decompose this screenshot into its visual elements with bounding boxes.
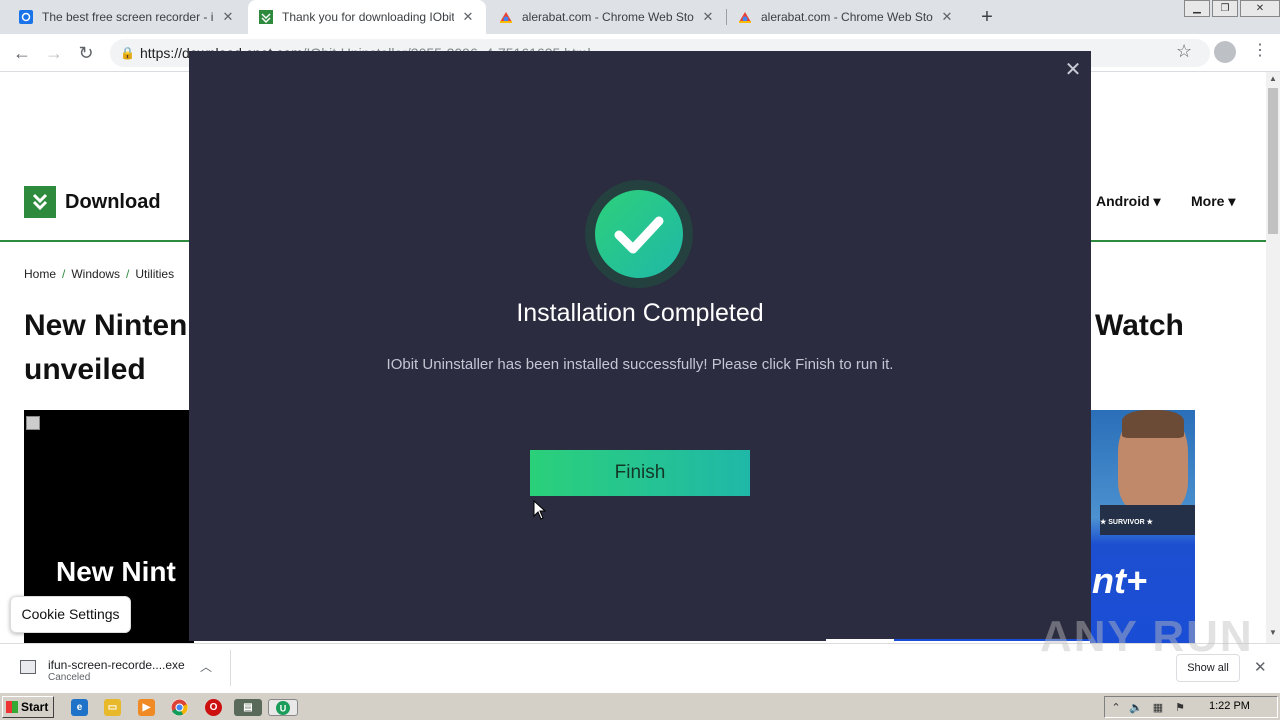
tab-title: alerabat.com - Chrome Web Store [761, 10, 933, 24]
breadcrumb-windows[interactable]: Windows [71, 267, 120, 281]
window-close-button[interactable]: ✕ [1240, 0, 1280, 17]
ad-brand: nt+ [1092, 560, 1148, 601]
article-headline-end: Watch [1095, 309, 1184, 342]
success-badge [585, 180, 693, 288]
finish-button[interactable]: Finish [530, 450, 750, 496]
broken-image-icon [26, 416, 40, 430]
start-label: Start [21, 700, 49, 714]
tab-close-icon[interactable]: ✕ [939, 9, 955, 25]
ie-icon[interactable]: e [71, 699, 88, 716]
back-arrow-icon[interactable]: ← [10, 42, 34, 64]
download-item[interactable]: ifun-screen-recorde....exe Canceled ︿ [20, 658, 230, 688]
download-logo-icon [24, 186, 56, 218]
page-scrollbar[interactable]: ▲ ▼ [1266, 72, 1280, 643]
download-file-name: ifun-screen-recorde....exe [48, 658, 185, 672]
window-controls: ▁ ❐ ✕ [1182, 0, 1280, 18]
maximize-button[interactable]: ❐ [1212, 0, 1238, 17]
tab-close-icon[interactable]: ✕ [700, 9, 716, 25]
download-status: Canceled [48, 672, 91, 683]
scrollbar-thumb[interactable] [1268, 88, 1278, 234]
tab-title: The best free screen recorder - iFun [42, 10, 214, 24]
mouse-cursor-icon [533, 500, 547, 520]
tray-expand-icon[interactable]: ⌃ [1109, 701, 1123, 714]
system-tray: ⌃ 🔈 ▦ ⚑ 1:22 PM [1104, 696, 1278, 718]
iobit-uninstaller-taskbar-icon[interactable]: U [268, 699, 298, 716]
headline-line-2: unveiled [24, 353, 146, 386]
windows-flag-icon [6, 701, 18, 713]
breadcrumb-home[interactable]: Home [24, 267, 56, 281]
webstore-favicon-icon [737, 9, 753, 25]
hero-caption-line-1: New Nint [56, 556, 176, 587]
download-separator [230, 650, 231, 686]
windows-taskbar: Start e ▭ ▶ O ▤ U ⌃ 🔈 ▦ ⚑ 1:22 PM [0, 692, 1280, 720]
scroll-down-icon[interactable]: ▼ [1269, 628, 1277, 637]
anyrun-watermark: ANY RUN [1040, 612, 1254, 661]
tab-ifun[interactable]: The best free screen recorder - iFun ✕ [8, 0, 246, 34]
dialog-message: IObit Uninstaller has been installed suc… [386, 356, 894, 373]
tab-webstore-1[interactable]: alerabat.com - Chrome Web Store ✕ [488, 0, 726, 34]
page-progress-segment [826, 639, 894, 641]
headline-line-1: New Ninten [24, 309, 188, 342]
site-logo[interactable]: Download [24, 186, 161, 218]
media-player-icon[interactable]: ▶ [138, 699, 155, 716]
reload-icon[interactable]: ↻ [74, 42, 98, 64]
start-button[interactable]: Start [2, 696, 54, 718]
action-center-flag-icon[interactable]: ⚑ [1173, 701, 1187, 714]
article-headline[interactable]: New Ninten unveiled [24, 304, 187, 392]
dialog-close-icon[interactable]: ✕ [1062, 57, 1084, 81]
cnet-favicon-icon [258, 9, 274, 25]
breadcrumb: Home / Windows / Utilities [24, 267, 175, 281]
network-icon[interactable]: ▦ [1151, 701, 1165, 714]
clock[interactable]: 1:22 PM [1209, 700, 1250, 712]
ad-badge: ★ SURVIVOR ★ [1100, 519, 1153, 526]
chevron-up-icon[interactable]: ︿ [200, 658, 212, 675]
forward-arrow-icon[interactable]: → [42, 42, 66, 64]
chrome-icon[interactable] [171, 699, 188, 716]
tab-title: Thank you for downloading IObit Un [282, 10, 454, 24]
profile-avatar-icon[interactable] [1214, 41, 1236, 63]
ad-portrait-hair [1122, 410, 1184, 438]
minimize-button[interactable]: ▁ [1184, 0, 1210, 17]
breadcrumb-utilities[interactable]: Utilities [135, 267, 174, 281]
ifun-favicon-icon [18, 9, 34, 25]
nav-more[interactable]: More ▾ [1191, 193, 1235, 210]
svg-text:U: U [280, 704, 287, 714]
advertisement[interactable]: ★ SURVIVOR ★ nt+ [1090, 410, 1195, 643]
opera-icon[interactable]: O [205, 699, 222, 716]
tab-cnet[interactable]: Thank you for downloading IObit Un ✕ [248, 0, 486, 34]
tab-strip: The best free screen recorder - iFun ✕ T… [0, 0, 1280, 34]
dialog-title: Installation Completed [516, 299, 764, 327]
installer-dialog: ✕ Installation Completed IObit Uninstall… [189, 51, 1091, 641]
tab-close-icon[interactable]: ✕ [460, 9, 476, 25]
cookie-settings-button[interactable]: Cookie Settings [10, 596, 131, 633]
tab-close-icon[interactable]: ✕ [220, 9, 236, 25]
nav-android[interactable]: Android ▾ [1096, 193, 1161, 210]
tab-webstore-2[interactable]: alerabat.com - Chrome Web Store ✕ [727, 0, 965, 34]
bookmark-star-icon[interactable]: ☆ [1176, 41, 1192, 62]
webstore-favicon-icon [498, 9, 514, 25]
task-window-icon[interactable]: ▤ [234, 699, 262, 716]
logo-text: Download [65, 190, 161, 213]
tab-title: alerabat.com - Chrome Web Store [522, 10, 694, 24]
checkmark-icon [595, 190, 683, 278]
exe-file-icon [20, 660, 36, 674]
lock-icon: 🔒 [120, 46, 135, 60]
volume-icon[interactable]: 🔈 [1129, 701, 1143, 714]
explorer-folder-icon[interactable]: ▭ [104, 699, 121, 716]
scroll-up-icon[interactable]: ▲ [1269, 74, 1277, 83]
new-tab-button[interactable]: + [976, 6, 998, 28]
menu-kebab-icon[interactable]: ⋮ [1252, 40, 1268, 60]
download-shelf-close-icon[interactable]: ✕ [1254, 658, 1267, 676]
